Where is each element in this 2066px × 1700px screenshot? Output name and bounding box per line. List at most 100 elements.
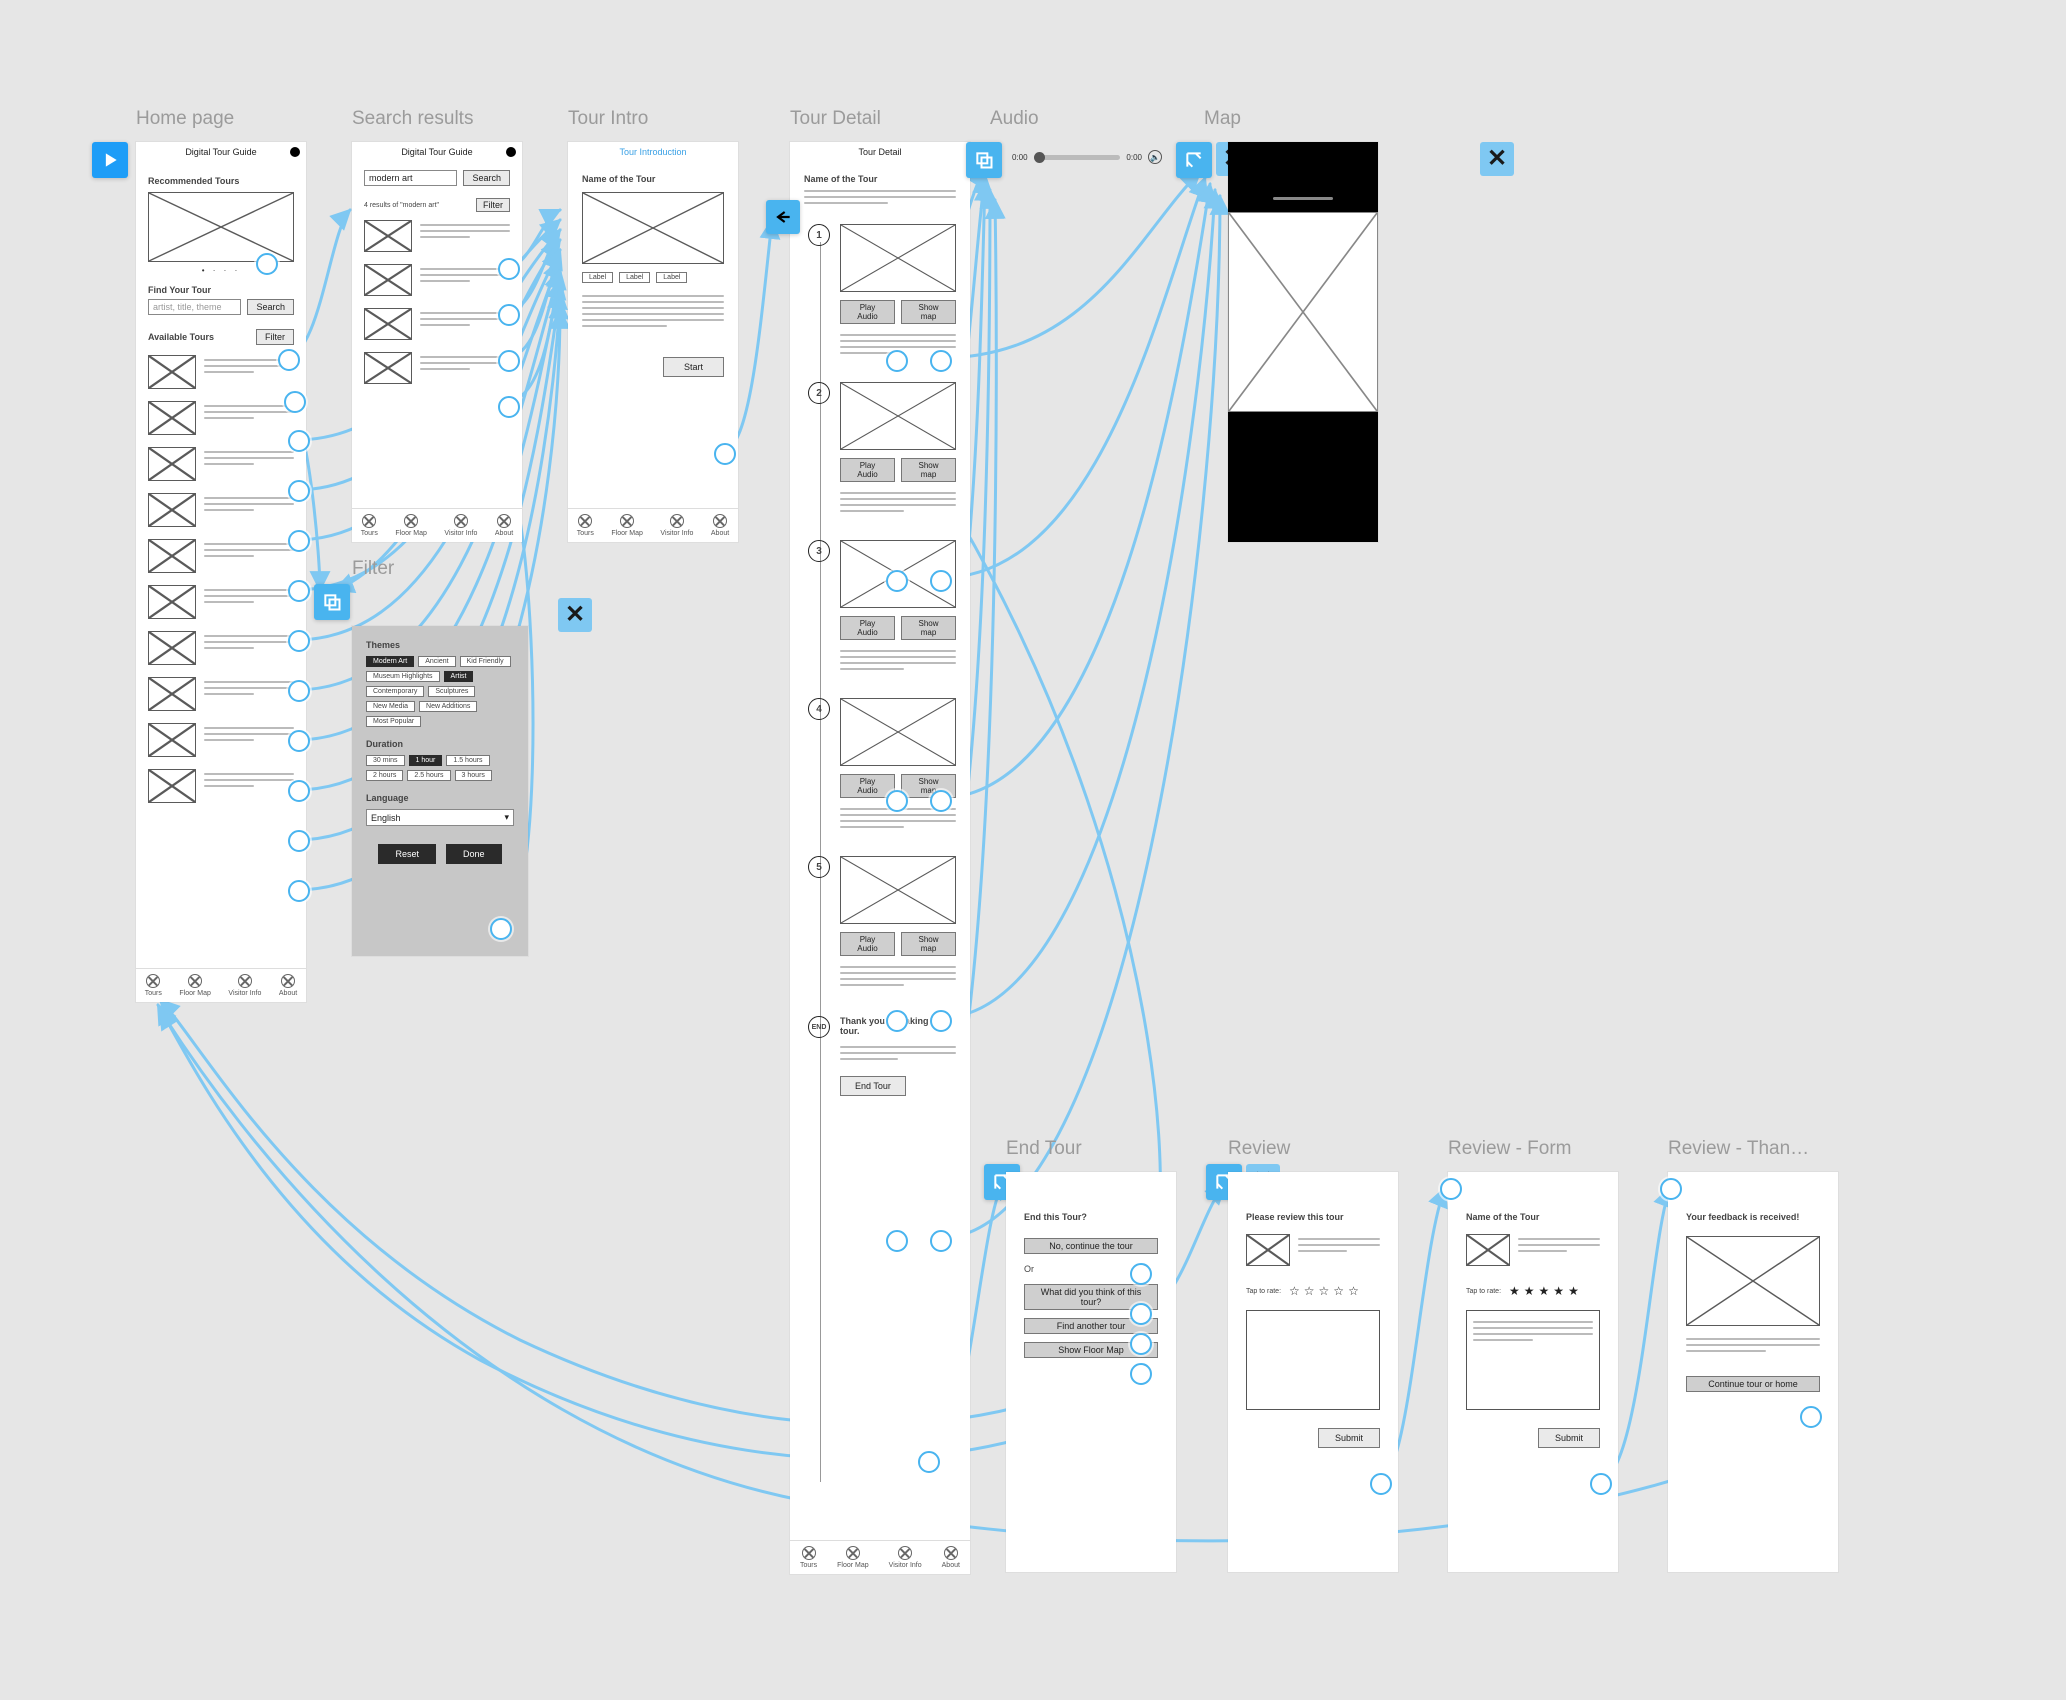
filter-theme-chip[interactable]: Kid Friendly (460, 656, 511, 667)
flow-filter-entry-icon[interactable] (314, 584, 350, 620)
intro-tag-chip[interactable]: Label (582, 272, 613, 283)
filter-duration-chip[interactable]: 2.5 hours (407, 770, 450, 781)
hero-image-placeholder[interactable] (148, 192, 294, 262)
hotspot[interactable] (498, 258, 520, 280)
tab-floor-map[interactable]: Floor Map (179, 974, 211, 997)
flow-start-icon[interactable] (92, 142, 128, 178)
intro-tag-chip[interactable]: Label (619, 272, 650, 283)
hotspot[interactable] (886, 1230, 908, 1252)
tab-tours[interactable]: Tours (577, 514, 594, 537)
hotspot[interactable] (1130, 1303, 1152, 1325)
end-no-continue-button[interactable]: No, continue the tour (1024, 1238, 1158, 1254)
hotspot[interactable] (288, 530, 310, 552)
hotspot[interactable] (288, 580, 310, 602)
tab-floor-map[interactable]: Floor Map (395, 514, 427, 537)
hotspot[interactable] (278, 349, 300, 371)
hotspot[interactable] (490, 918, 512, 940)
filter-theme-chip[interactable]: Ancient (418, 656, 455, 667)
filter-duration-chip[interactable]: 2 hours (366, 770, 403, 781)
flow-close-map-icon-2[interactable]: ✕ (1480, 142, 1514, 176)
step-show-map-button[interactable]: Show map (901, 300, 956, 324)
hotspot[interactable] (1800, 1406, 1822, 1428)
hotspot[interactable] (930, 1230, 952, 1252)
hotspot[interactable] (498, 396, 520, 418)
home-filter-button[interactable]: Filter (256, 329, 294, 345)
tab-visitor-info[interactable]: Visitor Info (889, 1546, 922, 1569)
home-search-button[interactable]: Search (247, 299, 294, 315)
hotspot[interactable] (886, 1010, 908, 1032)
filter-duration-chip[interactable]: 1 hour (409, 755, 443, 766)
hotspot[interactable] (288, 880, 310, 902)
profile-dot-icon[interactable] (290, 147, 300, 157)
hotspot[interactable] (930, 350, 952, 372)
profile-dot-icon[interactable] (506, 147, 516, 157)
hotspot[interactable] (930, 790, 952, 812)
tour-list-item[interactable] (148, 401, 294, 435)
hotspot[interactable] (288, 630, 310, 652)
filter-theme-chip[interactable]: Artist (444, 671, 474, 682)
audio-player[interactable]: 0:00 0:00 🔈 (1012, 150, 1162, 164)
hotspot[interactable] (498, 304, 520, 326)
step-play-audio-button[interactable]: Play Audio (840, 300, 895, 324)
filter-theme-chip[interactable]: Most Popular (366, 716, 421, 727)
hotspot[interactable] (1590, 1473, 1612, 1495)
tab-visitor-info[interactable]: Visitor Info (444, 514, 477, 537)
filter-theme-chip[interactable]: Sculptures (428, 686, 475, 697)
tab-visitor-info[interactable]: Visitor Info (660, 514, 693, 537)
hotspot[interactable] (288, 680, 310, 702)
flow-close-filter-icon[interactable]: ✕ (558, 598, 592, 632)
intro-start-button[interactable]: Start (663, 357, 724, 377)
intro-crumb[interactable]: Tour Introduction (568, 142, 738, 162)
detail-end-tour-button[interactable]: End Tour (840, 1076, 906, 1096)
flow-back-icon[interactable] (766, 200, 800, 234)
filter-duration-chip[interactable]: 3 hours (455, 770, 492, 781)
tour-list-item[interactable] (148, 769, 294, 803)
hotspot[interactable] (256, 253, 278, 275)
flow-map-entry-icon[interactable] (1176, 142, 1212, 178)
tab-about[interactable]: About (942, 1546, 960, 1569)
search-query-input[interactable]: modern art (364, 170, 457, 186)
reviewform-submit-button[interactable]: Submit (1538, 1428, 1600, 1448)
tab-floor-map[interactable]: Floor Map (837, 1546, 869, 1569)
hotspot[interactable] (1130, 1263, 1152, 1285)
tab-about[interactable]: About (711, 514, 729, 537)
step-show-map-button[interactable]: Show map (901, 458, 956, 482)
flow-audio-entry-icon[interactable] (966, 142, 1002, 178)
tour-list-item[interactable] (148, 723, 294, 757)
map-image-placeholder[interactable] (1228, 212, 1378, 412)
filter-reset-button[interactable]: Reset (378, 844, 436, 864)
filter-theme-chip[interactable]: New Media (366, 701, 415, 712)
tab-about[interactable]: About (279, 974, 297, 997)
step-show-map-button[interactable]: Show map (901, 932, 956, 956)
tour-list-item[interactable] (148, 493, 294, 527)
hotspot[interactable] (288, 430, 310, 452)
hotspot[interactable] (288, 480, 310, 502)
tab-floor-map[interactable]: Floor Map (611, 514, 643, 537)
tour-list-item[interactable] (148, 631, 294, 665)
tour-list-item[interactable] (148, 585, 294, 619)
tab-about[interactable]: About (495, 514, 513, 537)
filter-duration-chip[interactable]: 1.5 hours (446, 755, 489, 766)
tab-tours[interactable]: Tours (800, 1546, 817, 1569)
search-filter-button[interactable]: Filter (476, 198, 510, 212)
tab-visitor-info[interactable]: Visitor Info (228, 974, 261, 997)
filter-language-select[interactable]: English▾ (366, 809, 514, 826)
filter-duration-chip[interactable]: 30 mins (366, 755, 405, 766)
step-play-audio-button[interactable]: Play Audio (840, 932, 895, 956)
hotspot[interactable] (498, 350, 520, 372)
search-result-item[interactable] (364, 352, 510, 384)
hotspot[interactable] (288, 780, 310, 802)
hotspot[interactable] (886, 570, 908, 592)
tour-list-item[interactable] (148, 677, 294, 711)
reviewform-textarea[interactable] (1466, 1310, 1600, 1410)
audio-mute-icon[interactable]: 🔈 (1148, 150, 1162, 164)
filter-theme-chip[interactable]: Museum Highlights (366, 671, 440, 682)
search-result-item[interactable] (364, 220, 510, 252)
hotspot[interactable] (288, 730, 310, 752)
review-stars[interactable]: ☆☆☆☆☆ (1289, 1284, 1363, 1298)
search-button[interactable]: Search (463, 170, 510, 186)
hotspot[interactable] (1660, 1178, 1682, 1200)
drag-handle-icon[interactable] (1273, 197, 1333, 200)
reviewform-stars[interactable]: ★★★★★ (1509, 1284, 1583, 1298)
step-play-audio-button[interactable]: Play Audio (840, 458, 895, 482)
